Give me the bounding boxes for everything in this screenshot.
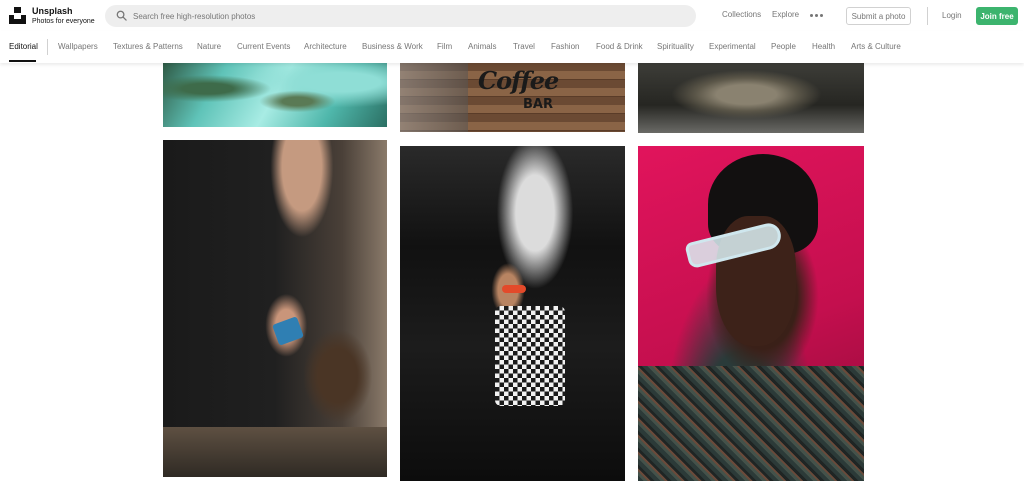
category-arts-culture[interactable]: Arts & Culture	[851, 43, 901, 51]
search-input[interactable]	[128, 8, 688, 24]
photo-coffee-bar[interactable]: Coffee BAR	[400, 63, 625, 132]
category-experimental[interactable]: Experimental	[709, 43, 756, 51]
category-bar: Editorial Wallpapers Textures & Patterns…	[0, 31, 1024, 63]
category-editorial[interactable]: Editorial	[9, 43, 38, 51]
unsplash-logo-icon[interactable]	[9, 7, 26, 24]
photo-portrait-pink[interactable]	[638, 146, 864, 481]
search-icon[interactable]	[116, 10, 127, 21]
photo-ocean-reef[interactable]	[163, 63, 387, 127]
sequin-jacket	[638, 366, 864, 481]
top-header: Unsplash Photos for everyone Collections…	[0, 0, 1024, 31]
bar-sign-text: BAR	[523, 97, 553, 112]
category-animals[interactable]: Animals	[468, 43, 496, 51]
orange-sunglasses	[502, 285, 526, 293]
collections-link[interactable]: Collections	[722, 11, 761, 19]
category-nature[interactable]: Nature	[197, 43, 221, 51]
counter-surface	[163, 427, 387, 477]
photo-barista-pouring[interactable]	[163, 140, 387, 477]
category-health[interactable]: Health	[812, 43, 835, 51]
patterned-shirt	[495, 306, 565, 406]
brand-tagline: Photos for everyone	[32, 18, 95, 25]
category-spirituality[interactable]: Spirituality	[657, 43, 694, 51]
category-travel[interactable]: Travel	[513, 43, 535, 51]
join-free-button[interactable]: Join free	[976, 7, 1018, 25]
photo-rock-stream[interactable]	[638, 63, 864, 133]
header-divider	[927, 7, 928, 25]
brand-name: Unsplash	[32, 6, 73, 16]
submit-photo-button[interactable]: Submit a photo	[846, 7, 911, 25]
category-current-events[interactable]: Current Events	[237, 43, 290, 51]
photo-man-in-car[interactable]	[400, 146, 625, 481]
login-link[interactable]: Login	[942, 11, 962, 20]
category-food-drink[interactable]: Food & Drink	[596, 43, 643, 51]
brand[interactable]: Unsplash Photos for everyone	[32, 6, 95, 26]
category-film[interactable]: Film	[437, 43, 452, 51]
search-bar	[105, 5, 696, 27]
category-textures[interactable]: Textures & Patterns	[113, 43, 183, 51]
category-fashion[interactable]: Fashion	[551, 43, 579, 51]
category-people[interactable]: People	[771, 43, 796, 51]
more-options-icon[interactable]	[810, 10, 824, 20]
explore-link[interactable]: Explore	[772, 11, 799, 19]
category-divider	[47, 39, 48, 55]
coffee-sign-text: Coffee	[478, 66, 559, 95]
category-architecture[interactable]: Architecture	[304, 43, 347, 51]
milk-pitcher	[272, 316, 304, 346]
shelf-rack	[400, 63, 468, 132]
category-business-work[interactable]: Business & Work	[362, 43, 423, 51]
active-category-underline	[9, 60, 36, 62]
category-wallpapers[interactable]: Wallpapers	[58, 43, 98, 51]
